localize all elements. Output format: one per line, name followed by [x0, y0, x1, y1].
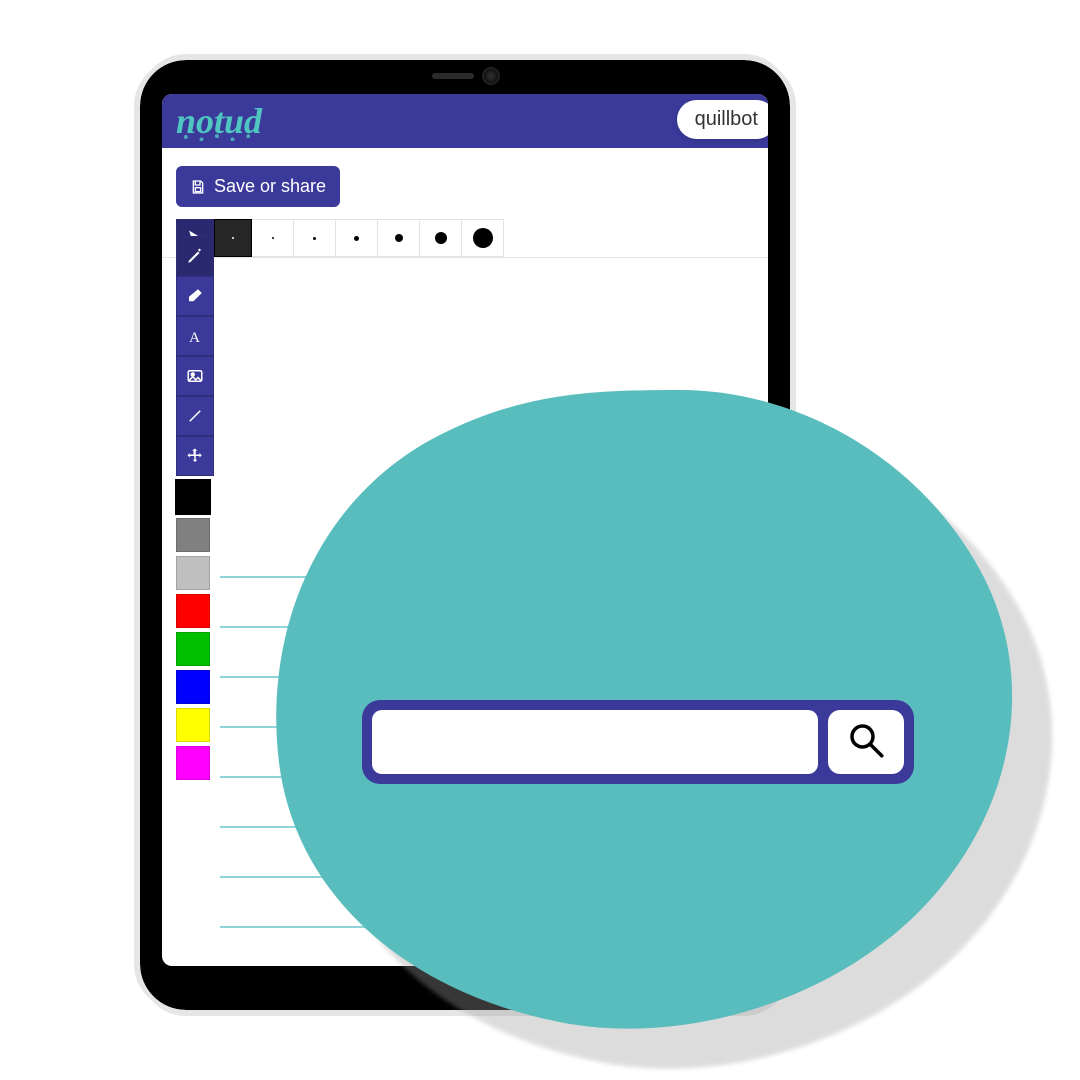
tool-column: A — [176, 236, 214, 782]
search-icon — [845, 719, 887, 766]
color-palette — [176, 478, 214, 782]
header-chip[interactable]: quillbot — [677, 100, 768, 139]
brush-size-1[interactable] — [214, 219, 252, 257]
brand-logo: notud — [176, 103, 262, 139]
search-bar — [362, 700, 914, 784]
brush-size-3[interactable] — [294, 219, 336, 257]
tablet-speaker — [432, 73, 474, 79]
color-red[interactable] — [176, 594, 210, 628]
save-button-label: Save or share — [214, 176, 326, 197]
tool-text[interactable]: A — [176, 316, 214, 356]
brush-size-7[interactable] — [462, 219, 504, 257]
color-black[interactable] — [176, 480, 210, 514]
save-icon — [190, 179, 206, 195]
save-row: Save or share — [162, 148, 768, 219]
color-yellow[interactable] — [176, 708, 210, 742]
tool-pencil[interactable] — [176, 236, 214, 276]
tool-move[interactable] — [176, 436, 214, 476]
color-green[interactable] — [176, 632, 210, 666]
save-or-share-button[interactable]: Save or share — [176, 166, 340, 207]
app-header: notud quillbot — [162, 94, 768, 148]
svg-text:A: A — [189, 330, 200, 346]
search-input[interactable] — [372, 710, 818, 774]
brush-size-5[interactable] — [378, 219, 420, 257]
color-magenta[interactable] — [176, 746, 210, 780]
color-gray[interactable] — [176, 518, 210, 552]
color-blue[interactable] — [176, 670, 210, 704]
tablet-camera-cluster — [432, 69, 498, 83]
tool-image[interactable] — [176, 356, 214, 396]
search-button[interactable] — [828, 710, 904, 774]
header-chip-label: quillbot — [695, 108, 758, 130]
brush-size-4[interactable] — [336, 219, 378, 257]
color-silver[interactable] — [176, 556, 210, 590]
tool-eraser[interactable] — [176, 276, 214, 316]
brush-size-6[interactable] — [420, 219, 462, 257]
brush-size-row — [162, 219, 768, 258]
tablet-camera — [484, 69, 498, 83]
brush-size-2[interactable] — [252, 219, 294, 257]
tool-line[interactable] — [176, 396, 214, 436]
